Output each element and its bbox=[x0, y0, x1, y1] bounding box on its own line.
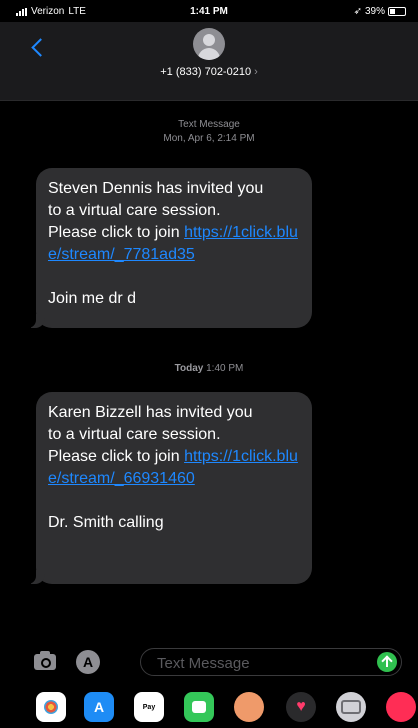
app-store-icon[interactable]: A bbox=[84, 692, 114, 722]
contact-name[interactable]: +1 (833) 702-0210 › bbox=[0, 66, 418, 78]
contact-number: +1 (833) 702-0210 bbox=[160, 66, 252, 78]
battery-icon bbox=[388, 7, 406, 16]
app-drawer: A Pay ♥ bbox=[0, 690, 418, 728]
battery-percent: 39% bbox=[364, 6, 385, 17]
timestamp-header: Text Message Mon, Apr 6, 2:14 PM bbox=[0, 118, 418, 146]
messages-screen: Verizon LTE 1:41 PM ➶ 39% +1 (833) 702-0… bbox=[0, 0, 418, 728]
digital-touch-icon[interactable]: ♥ bbox=[286, 692, 316, 722]
message-text: to a virtual care session. bbox=[48, 202, 221, 219]
memoji-icon[interactable] bbox=[184, 692, 214, 722]
camera-icon[interactable] bbox=[34, 651, 56, 670]
animoji-icon[interactable] bbox=[234, 692, 264, 722]
message-text: Steven Dennis has invited you bbox=[48, 180, 264, 197]
timestamp-date: Mon, Apr 6, 2:14 PM bbox=[163, 133, 255, 144]
message-text: Karen Bizzell has invited you bbox=[48, 404, 253, 421]
message-text: Please click to join bbox=[48, 448, 185, 465]
contact-avatar[interactable] bbox=[193, 28, 225, 60]
message-bubble[interactable]: Karen Bizzell has invited you to a virtu… bbox=[28, 392, 312, 584]
message-note: Join me dr d bbox=[48, 290, 137, 307]
message-input[interactable] bbox=[155, 649, 359, 677]
status-bar: Verizon LTE 1:41 PM ➶ 39% bbox=[0, 0, 418, 22]
message-text: to a virtual care session. bbox=[48, 426, 221, 443]
app-store-icon[interactable]: A bbox=[76, 650, 100, 674]
message-text: Please click to join bbox=[48, 224, 185, 241]
apple-pay-icon[interactable]: Pay bbox=[134, 692, 164, 722]
photos-icon[interactable] bbox=[36, 692, 66, 722]
composer-bar: A bbox=[0, 648, 418, 678]
location-icon: ➶ bbox=[353, 6, 362, 17]
music-icon[interactable] bbox=[386, 692, 416, 722]
more-apps-icon[interactable] bbox=[336, 692, 366, 722]
timestamp-today: Today 1:40 PM bbox=[0, 362, 418, 376]
message-note: Dr. Smith calling bbox=[48, 514, 164, 531]
conversation-header: +1 (833) 702-0210 › bbox=[0, 22, 418, 101]
timestamp-time: 1:40 PM bbox=[206, 363, 244, 374]
status-indicators: ➶ 39% bbox=[354, 6, 406, 17]
chevron-right-icon: › bbox=[254, 66, 258, 78]
back-button[interactable] bbox=[26, 34, 48, 60]
message-field[interactable] bbox=[140, 648, 402, 677]
person-icon bbox=[203, 34, 215, 46]
timestamp-day: Today bbox=[174, 363, 204, 374]
send-button[interactable] bbox=[377, 652, 397, 672]
timestamp-title: Text Message bbox=[178, 119, 240, 130]
message-bubble[interactable]: Steven Dennis has invited you to a virtu… bbox=[28, 168, 312, 328]
